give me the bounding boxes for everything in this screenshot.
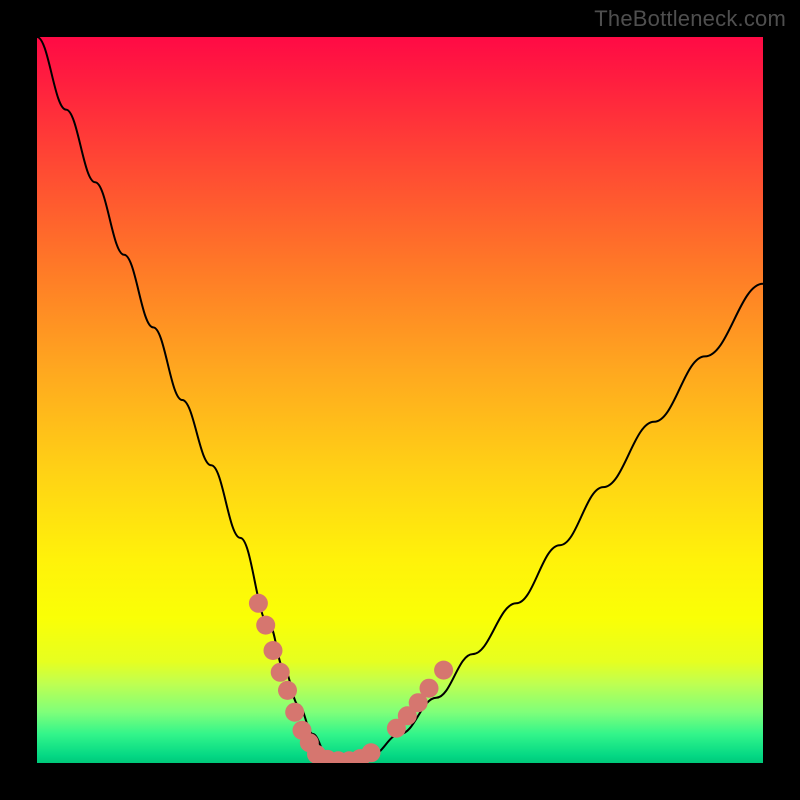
chart-frame: TheBottleneck.com	[0, 0, 800, 800]
watermark-label: TheBottleneck.com	[594, 6, 786, 32]
marker-dot	[434, 661, 453, 680]
curve-svg	[37, 37, 763, 763]
marker-dot	[256, 616, 275, 635]
marker-dot	[249, 594, 268, 613]
marker-dot	[362, 743, 381, 762]
marker-dot	[271, 663, 290, 682]
marker-dot	[285, 703, 304, 722]
bottleneck-curve	[37, 37, 763, 763]
plot-area	[37, 37, 763, 763]
marker-dot	[278, 681, 297, 700]
marker-dot	[420, 679, 439, 698]
marker-group	[249, 594, 453, 763]
marker-dot	[264, 641, 283, 660]
